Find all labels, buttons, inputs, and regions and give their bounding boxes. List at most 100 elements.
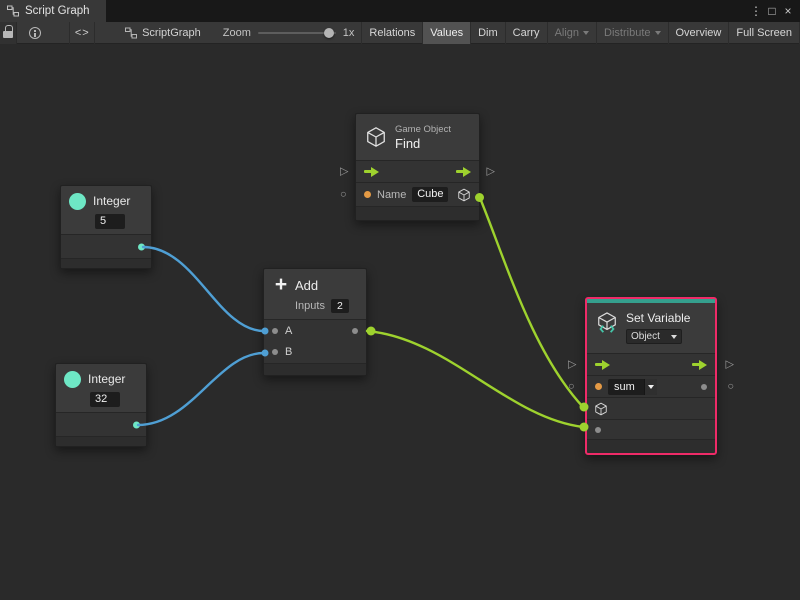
input-row-a: A <box>264 319 366 341</box>
node-port-row <box>56 412 146 436</box>
name-value-input[interactable]: Cube <box>412 187 448 202</box>
integer-value-input[interactable]: 32 <box>90 392 120 407</box>
fullscreen-button[interactable]: Full Screen <box>729 22 800 44</box>
param-label: Name <box>377 189 406 201</box>
gameobject-output-port[interactable] <box>475 193 484 202</box>
sum-output-port[interactable] <box>352 328 358 334</box>
value-input-port[interactable]: ○ <box>568 381 575 392</box>
code-icon: <> <box>75 27 90 39</box>
code-preview-button[interactable]: <> <box>69 22 95 44</box>
variable-name-row: sum ○ ○ <box>587 375 715 397</box>
align-label: Align <box>555 27 579 39</box>
tab-script-graph[interactable]: Script Graph <box>0 0 106 22</box>
value-input-row <box>587 419 715 439</box>
set-variable-node[interactable]: Set Variable Object ▷ ▷ sum <box>585 297 717 455</box>
wire-find-to-setvar <box>480 198 583 407</box>
flow-in-arrow-icon[interactable] <box>364 167 379 177</box>
carry-button[interactable]: Carry <box>506 22 548 44</box>
string-input-port[interactable] <box>364 191 371 198</box>
node-title: Integer <box>88 372 125 386</box>
info-icon <box>29 27 41 39</box>
flow-port-row: ▷ ▷ <box>356 160 479 182</box>
distribute-label: Distribute <box>604 27 650 39</box>
flow-in-port[interactable]: ▷ <box>568 359 576 370</box>
values-button[interactable]: Values <box>423 22 471 44</box>
input-port-b[interactable] <box>272 349 278 355</box>
node-port-row <box>61 234 151 258</box>
flow-out-port[interactable]: ▷ <box>487 166 495 177</box>
distribute-button: Distribute <box>597 22 668 44</box>
integer-output-port[interactable] <box>138 243 145 250</box>
relations-button[interactable]: Relations <box>362 22 423 44</box>
flow-in-port[interactable]: ▷ <box>340 166 348 177</box>
flow-port-row: ▷ ▷ <box>587 353 715 375</box>
port-label: B <box>285 346 292 358</box>
value-input-port[interactable]: ○ <box>340 189 347 200</box>
flow-in-arrow-icon[interactable] <box>595 360 610 370</box>
flow-out-arrow-icon[interactable] <box>692 360 707 370</box>
wire-add-to-setvar <box>367 331 583 427</box>
align-button: Align <box>548 22 597 44</box>
graph-icon <box>125 27 137 39</box>
graph-breadcrumb[interactable]: ScriptGraph <box>125 27 201 39</box>
variable-name-dropdown[interactable]: sum <box>608 379 657 395</box>
integer-type-icon <box>69 193 86 210</box>
node-header: + Add Inputs 2 <box>264 269 366 319</box>
variable-kind-dropdown[interactable]: Object <box>626 329 682 344</box>
value-output-port-outer[interactable]: ○ <box>727 381 734 392</box>
flow-out-arrow-icon[interactable] <box>456 167 471 177</box>
node-header: Set Variable Object <box>587 303 715 353</box>
value-input-port[interactable] <box>595 427 601 433</box>
integer-node-2[interactable]: Integer 32 <box>55 363 147 447</box>
gameobject-output-icon <box>457 188 471 202</box>
name-input-port[interactable] <box>595 383 602 390</box>
inputs-count-input[interactable]: 2 <box>331 299 349 313</box>
window-controls: ⋮ □ × <box>748 0 800 22</box>
node-footer <box>587 439 715 453</box>
dropdown-arrow-icon <box>671 335 677 339</box>
gameobject-find-node[interactable]: Game Object Find ▷ ▷ Name Cube ○ <box>355 113 480 221</box>
dim-button[interactable]: Dim <box>471 22 506 44</box>
window-maximize-button[interactable]: □ <box>764 0 780 22</box>
lock-button[interactable] <box>0 22 17 44</box>
dropdown-arrow-icon <box>648 385 654 389</box>
input-row-b: B <box>264 341 366 363</box>
node-title: Add <box>295 278 318 293</box>
window-menu-button[interactable]: ⋮ <box>748 0 764 22</box>
dropdown-arrow-icon <box>583 31 589 35</box>
node-title: Set Variable <box>626 311 690 325</box>
node-footer <box>356 206 479 220</box>
integer-value-input[interactable]: 5 <box>95 214 125 229</box>
flow-out-port[interactable]: ▷ <box>726 359 734 370</box>
integer-node-1[interactable]: Integer 5 <box>60 185 152 269</box>
node-title: Find <box>395 136 451 151</box>
wire-integer32-to-add-b <box>138 353 264 425</box>
node-footer <box>56 436 146 446</box>
cube-icon <box>365 126 387 148</box>
zoom-value: 1x <box>343 27 355 39</box>
graph-toolbar: <> ScriptGraph Zoom 1x Relations Values … <box>0 22 800 44</box>
integer-output-port[interactable] <box>133 421 140 428</box>
wire-endpoint <box>367 327 376 336</box>
plus-icon: + <box>272 274 290 296</box>
graph-canvas[interactable]: Integer 5 Integer 32 <box>0 44 800 600</box>
variable-name: sum <box>608 381 644 393</box>
variable-cube-icon <box>596 312 618 334</box>
window-close-button[interactable]: × <box>780 0 796 22</box>
add-node[interactable]: + Add Inputs 2 A B <box>263 268 367 376</box>
node-footer <box>61 258 151 268</box>
integer-type-icon <box>64 371 81 388</box>
variable-kind-label: Object <box>631 331 660 342</box>
inspect-button[interactable] <box>25 22 45 44</box>
dropdown-button[interactable] <box>644 379 657 395</box>
graph-name: ScriptGraph <box>142 27 201 39</box>
wire-integer5-to-add-a <box>143 247 264 331</box>
gameobject-input-icon[interactable] <box>594 402 608 416</box>
zoom-slider-knob[interactable] <box>324 28 334 38</box>
input-port-a[interactable] <box>272 328 278 334</box>
name-param-row: Name Cube ○ <box>356 182 479 206</box>
zoom-slider[interactable] <box>258 22 336 44</box>
overview-button[interactable]: Overview <box>669 22 730 44</box>
value-output-port[interactable] <box>701 384 707 390</box>
node-header: Integer 32 <box>56 364 146 412</box>
